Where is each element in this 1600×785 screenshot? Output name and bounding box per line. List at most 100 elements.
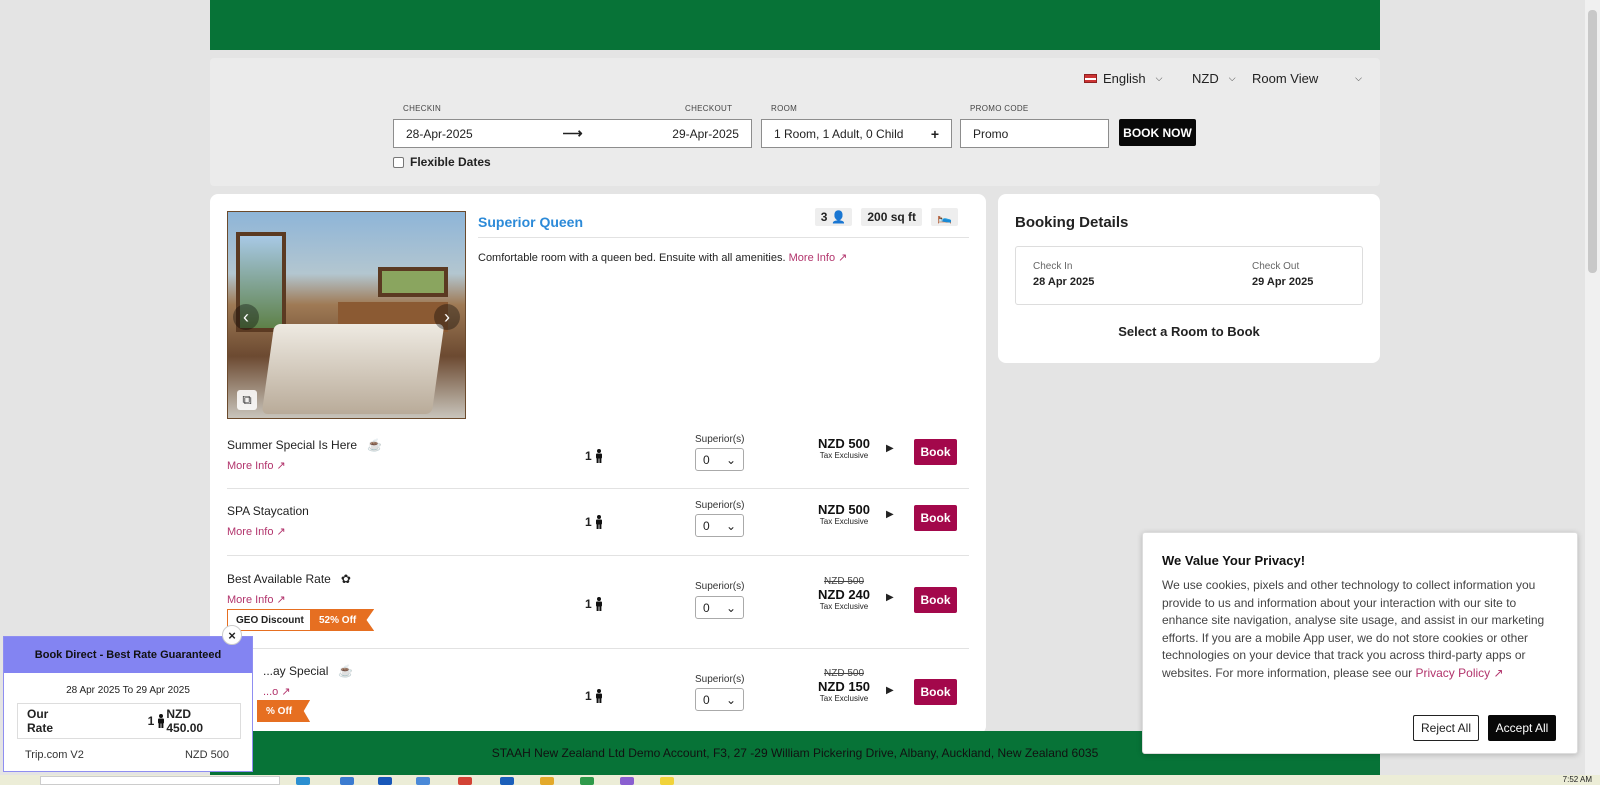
geo-discount-badge: GEO Discount [227, 609, 313, 631]
room-guest-field[interactable]: 1 Room, 1 Adult, 0 Child + [761, 119, 952, 148]
scrollbar[interactable] [1585, 0, 1600, 775]
check-in-label: Check In [1033, 261, 1073, 272]
rate-more-info-link[interactable]: ...o ↗ [263, 685, 291, 698]
person-icon [595, 515, 602, 529]
app-icon[interactable] [458, 777, 472, 785]
rate-occupancy: 1 [585, 597, 604, 611]
price-breakdown-icon[interactable]: ▶ [886, 685, 894, 696]
rate-more-info-link[interactable]: More Info ↗ [227, 459, 286, 472]
taskbar-search[interactable] [40, 776, 280, 785]
room-label: ROOM [771, 104, 798, 113]
tax-note: Tax Exclusive [819, 517, 869, 526]
rate-name: SPA Staycation [227, 504, 309, 518]
rate-name: Summer Special Is Here ☕ [227, 438, 382, 452]
footer-address: STAAH New Zealand Ltd Demo Account, F3, … [491, 746, 1099, 760]
room-value: 1 Room, 1 Adult, 0 Child [774, 126, 904, 141]
quantity-select[interactable]: 0 ⌄ [695, 514, 744, 537]
check-out-value: 29 Apr 2025 [1252, 276, 1314, 288]
app-icon[interactable] [660, 777, 674, 785]
rate-occupancy: 1 [585, 515, 604, 529]
rate-price: NZD 500 Tax Exclusive [804, 502, 884, 526]
rate-name: Best Available Rate ✿ [227, 572, 351, 586]
coffee-icon: ☕ [367, 438, 382, 452]
chevron-down-icon: ⌄ [725, 692, 736, 707]
scrollbar-thumb[interactable] [1588, 10, 1597, 273]
room-more-info-link[interactable]: More Info ↗ [789, 252, 848, 264]
coffee-icon: ☕ [338, 664, 354, 678]
room-more-info-label: More Info [788, 252, 836, 264]
language-label: English [1103, 70, 1146, 86]
close-icon[interactable]: × [222, 625, 242, 645]
app-icon[interactable] [500, 777, 514, 785]
chevron-down-icon: ⌵ [1355, 72, 1362, 83]
booking-title: Booking Details [1015, 214, 1129, 231]
flexible-dates-option[interactable]: Flexible Dates [393, 155, 491, 169]
book-button[interactable]: Book [914, 587, 957, 613]
checkout-label: CHECKOUT [685, 104, 733, 113]
price-breakdown-icon[interactable]: ▶ [886, 592, 894, 603]
app-icon[interactable] [580, 777, 594, 785]
unit-label: Superior(s) [695, 434, 745, 445]
room-features: 3 👤 200 sq ft 🛌 [814, 208, 958, 226]
room-title[interactable]: Superior Queen [478, 214, 583, 230]
language-select[interactable]: English ⌵ [1084, 70, 1180, 86]
rate-row: ...ay Special ☕ ...o ↗ % Off 1 Superior(s… [227, 650, 969, 734]
app-icon[interactable] [540, 777, 554, 785]
book-button[interactable]: Book [914, 679, 957, 705]
accept-all-button[interactable]: Accept All [1488, 715, 1556, 741]
quantity-select[interactable]: 0 ⌄ [695, 596, 744, 619]
prev-photo-icon[interactable]: ‹ [233, 304, 259, 330]
date-range-field[interactable]: 28-Apr-2025 ⟶ 29-Apr-2025 [393, 119, 752, 148]
currency-label: NZD [1192, 70, 1219, 86]
quantity-select[interactable]: 0 ⌄ [695, 688, 744, 711]
book-button[interactable]: Book [914, 505, 957, 531]
next-photo-icon[interactable]: › [434, 304, 460, 330]
price-value: NZD 150 [817, 679, 871, 694]
rate-row: Best Available Rate ✿ More Info ↗ GEO Dis… [227, 557, 969, 649]
currency-select[interactable]: NZD ⌵ [1192, 70, 1240, 86]
app-icon[interactable] [416, 777, 430, 785]
promo-input[interactable]: Promo [960, 119, 1109, 148]
rate-price: NZD 500 NZD 240 Tax Exclusive [804, 576, 884, 611]
quantity-select[interactable]: 0 ⌄ [695, 448, 744, 471]
rate-price: NZD 500 NZD 150 Tax Exclusive [804, 668, 884, 703]
rate-more-info-link[interactable]: More Info ↗ [227, 593, 286, 606]
flexible-dates-label: Flexible Dates [410, 155, 491, 169]
gallery-icon[interactable]: ⧉ [237, 390, 257, 410]
original-price: NZD 500 [823, 576, 864, 587]
our-rate-row: Our Rate 1 NZD 450.00 [17, 703, 241, 739]
app-icon[interactable] [340, 777, 354, 785]
price-breakdown-icon[interactable]: ▶ [886, 443, 894, 454]
check-in-col: Check In 28 Apr 2025 [1033, 261, 1094, 288]
room-photo[interactable]: ‹ › ⧉ [227, 211, 466, 419]
rate-more-info-link[interactable]: More Info ↗ [227, 525, 286, 538]
price-breakdown-icon[interactable]: ▶ [886, 509, 894, 520]
tax-note: Tax Exclusive [819, 694, 869, 703]
rate-more-info-label: More Info [227, 594, 274, 606]
privacy-text: We use cookies, pixels and other technol… [1162, 577, 1554, 682]
rate-price: NZD 500 Tax Exclusive [804, 436, 884, 460]
occupancy-value: 1 [585, 515, 592, 529]
book-now-button[interactable]: BOOK NOW [1119, 119, 1196, 146]
best-rate-dates: 28 Apr 2025 To 29 Apr 2025 [66, 685, 190, 696]
select-room-message: Select a Room to Book [1118, 324, 1260, 339]
original-price: NZD 500 [823, 668, 864, 679]
app-icon[interactable] [378, 777, 392, 785]
room-card: ‹ › ⧉ Superior Queen 3 👤 200 sq ft 🛌 Com… [210, 194, 986, 734]
app-icon[interactable] [620, 777, 634, 785]
app-icon[interactable] [296, 777, 310, 785]
selectors: English ⌵ NZD ⌵ Room View ⌵ [1084, 70, 1362, 86]
person-icon [595, 597, 602, 611]
rate-name-text: ...ay Special [263, 664, 329, 678]
price-value: NZD 500 [817, 502, 871, 517]
privacy-policy-link[interactable]: Privacy Policy ↗ [1415, 666, 1503, 680]
book-button[interactable]: Book [914, 439, 957, 465]
reject-all-button[interactable]: Reject All [1413, 715, 1479, 741]
view-select[interactable]: Room View ⌵ [1252, 70, 1362, 86]
booking-dates: Check In 28 Apr 2025 Check Out 29 Apr 20… [1015, 246, 1363, 305]
our-rate-occupancy: 1 [148, 714, 167, 728]
bed-icon: 🛌 [931, 208, 958, 226]
occupancy-value: 1 [585, 689, 592, 703]
rate-name-text: Summer Special Is Here [227, 438, 358, 452]
flexible-dates-checkbox[interactable] [393, 156, 404, 168]
